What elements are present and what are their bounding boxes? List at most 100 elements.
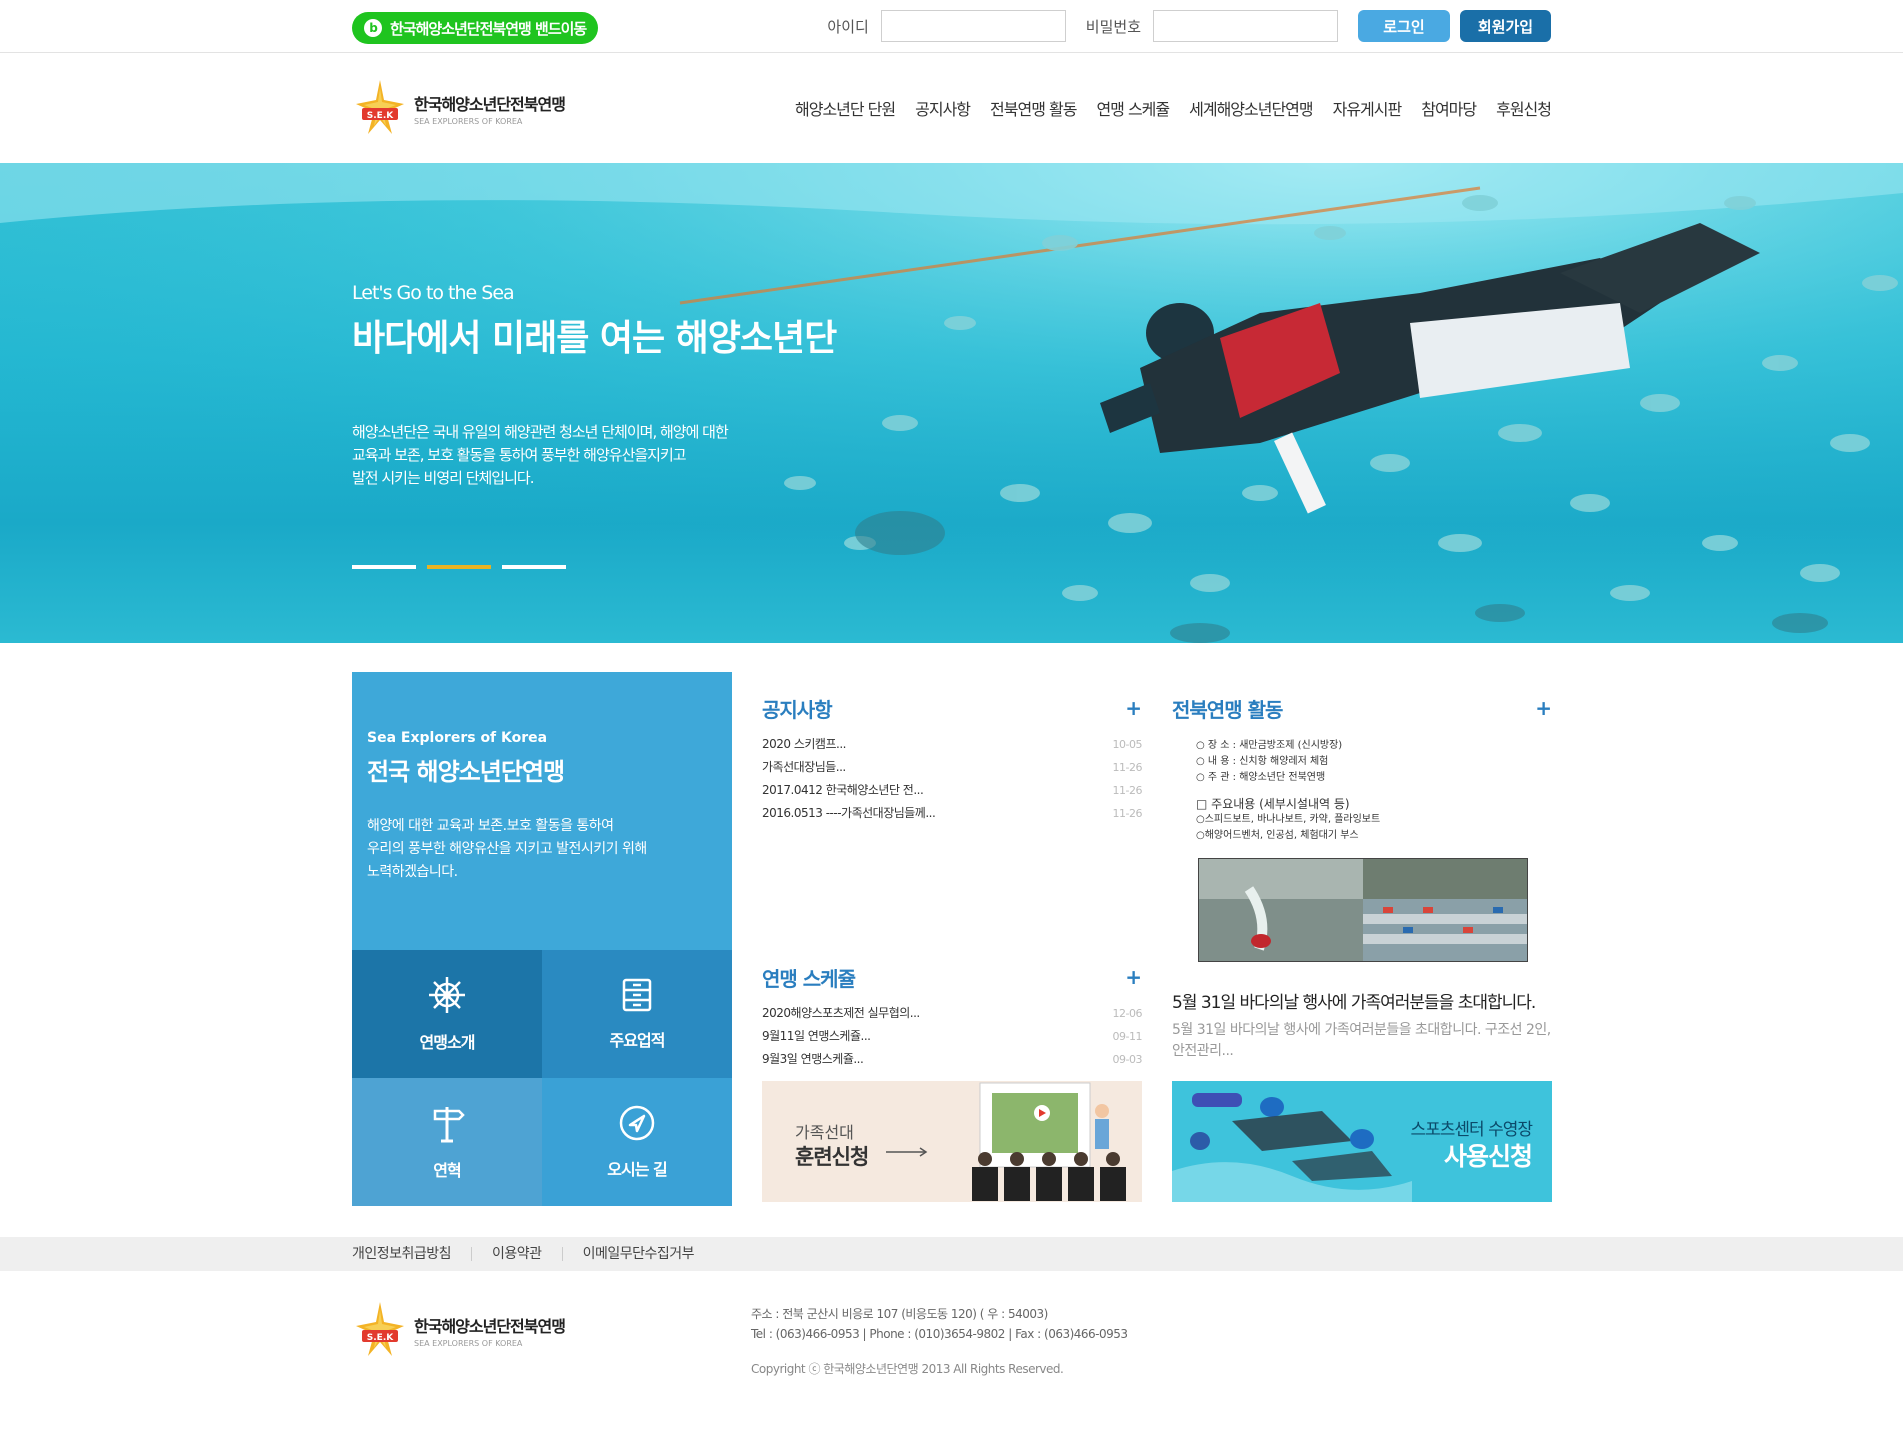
list-item[interactable]: 2020해양스포츠제전 실무협의... 12-06 [762,1002,1143,1025]
slide-dot-3[interactable] [502,565,566,569]
list-item-date: 11-26 [1112,807,1143,820]
logo-emblem-icon: S.E.K [352,1300,408,1360]
activity-photos [1198,858,1528,962]
quick-link-history[interactable]: 연혁 [352,1078,542,1206]
arrow-right-icon [886,1147,928,1157]
document-line: ○ 주 관 : 해양소년단 전북연맹 [1196,772,1326,783]
hero-banner: Let's Go to the Sea 바다에서 미래를 여는 해양소년단 해양… [0,163,1903,643]
list-item[interactable]: 2016.0513 ----가족선대장님들께... 11-26 [762,802,1143,825]
list-item[interactable]: 9월11일 연맹스케쥴... 09-11 [762,1025,1143,1048]
list-item[interactable]: 가족선대장님들... 11-26 [762,756,1143,779]
list-item-date: 09-11 [1112,1030,1143,1043]
intro-title: 전국 해양소년단연맹 [367,758,565,786]
footer-link-email-policy[interactable]: 이메일무단수집거부 [561,1247,714,1261]
slide-dot-2[interactable] [427,565,491,569]
list-item[interactable]: 2017.0412 한국해양소년단 전... 11-26 [762,779,1143,802]
list-item-title[interactable]: 2016.0513 ----가족선대장님들께... [762,802,936,825]
intro-description: 해양에 대한 교육과 보존.보호 활동을 통하여 우리의 풍부한 해양유산을 지… [367,815,717,884]
quick-menu: 연맹소개 주요업적 연혁 오시는 길 [352,950,732,1206]
nav-item-sponsor[interactable]: 후원신청 [1496,96,1552,120]
list-item-title[interactable]: 9월3일 연맹스케쥴... [762,1048,864,1071]
band-link-label: 한국해양소년단전북연맹 밴드이동 [390,19,587,38]
list-item[interactable]: 2020 스키캠프... 10-05 [762,733,1143,756]
list-item-title[interactable]: 2017.0412 한국해양소년단 전... [762,779,924,802]
password-label: 비밀번호 [1085,17,1141,36]
document-line: ○ 내 용 : 신치항 해양레저 체험 [1196,756,1329,767]
training-apply-banner[interactable]: 가족선대 훈련신청 [762,1081,1142,1202]
quick-link-about[interactable]: 연맹소개 [352,950,542,1078]
marina-photo [1363,859,1527,961]
list-item-date: 11-26 [1112,784,1143,797]
footer-logo-title: 한국해양소년단전북연맹 [414,1316,566,1336]
quick-link-label: 연혁 [433,1161,461,1180]
nav-item-members[interactable]: 해양소년단 단원 [795,96,896,120]
nav-item-notice[interactable]: 공지사항 [915,96,971,120]
pool-banner-line2: 사용신청 [1443,1142,1533,1171]
list-item-title[interactable]: 2020 스키캠프... [762,733,846,756]
compass-icon [619,1105,655,1141]
ship-wheel-icon [429,977,465,1013]
list-item-date: 09-03 [1112,1053,1143,1066]
activity-board-title[interactable]: 전북연맹 활동 [1172,694,1283,723]
hero-title: 바다에서 미래를 여는 해양소년단 [352,318,837,359]
nav-item-schedule[interactable]: 연맹 스케쥴 [1096,96,1170,120]
quick-link-label: 주요업적 [609,1031,666,1050]
list-item-title[interactable]: 9월11일 연맹스케쥴... [762,1025,871,1048]
list-item-title[interactable]: 2020해양스포츠제전 실무협의... [762,1002,920,1025]
band-icon: b [364,19,382,37]
activity-board: 전북연맹 활동 + [1172,693,1552,723]
document-line: ○해양어드벤처, 인공섬, 체험대기 부스 [1196,830,1359,841]
document-line: ○스피드보트, 바나나보트, 카약, 플라잉보트 [1196,814,1381,825]
id-label: 아이디 [827,17,869,36]
schedule-more-button[interactable]: + [1125,965,1142,989]
footer-link-terms[interactable]: 이용약관 [471,1247,562,1261]
list-item-date: 12-06 [1112,1007,1143,1020]
intro-description-line: 해양에 대한 교육과 보존.보호 활동을 통하여 [367,818,614,834]
list-item-date: 10-05 [1112,738,1143,751]
footer-link-privacy[interactable]: 개인정보취급방침 [352,1247,471,1261]
list-item[interactable]: 9월3일 연맹스케쥴... 09-03 [762,1048,1143,1071]
nav-item-free-board[interactable]: 자유게시판 [1333,96,1403,120]
hero-subtitle: Let's Go to the Sea [352,282,515,304]
password-input[interactable] [1153,10,1338,42]
main-nav: 해양소년단 단원 공지사항 전북연맹 활동 연맹 스케쥴 세계해양소년단연맹 자… [775,96,1552,120]
quick-link-directions[interactable]: 오시는 길 [542,1078,732,1206]
activity-more-button[interactable]: + [1535,696,1552,720]
notice-board-title[interactable]: 공지사항 [762,694,833,723]
band-link-button[interactable]: b 한국해양소년단전북연맹 밴드이동 [352,12,598,44]
slide-dot-1[interactable] [352,565,416,569]
quick-link-achievements[interactable]: 주요업적 [542,950,732,1078]
notice-more-button[interactable]: + [1125,696,1142,720]
logo-title: 한국해양소년단전북연맹 [414,94,566,114]
footer-logo: S.E.K 한국해양소년단전북연맹 SEA EXPLORERS OF KOREA [352,1300,566,1360]
document-line: ○ 장 소 : 새만금방조제 (신시방장) [1196,740,1343,751]
intro-description-line: 우리의 풍부한 해양유산을 지키고 발전시키기 위해 [367,841,647,857]
schedule-board-title[interactable]: 연맹 스케쥴 [762,963,856,992]
activity-post-description: 5월 31일 바다의날 행사에 가족여러분들을 초대합니다. 구조선 2인, 안… [1172,1022,1551,1059]
nav-item-world-federation[interactable]: 세계해양소년단연맹 [1189,96,1313,120]
site-header: S.E.K 한국해양소년단전북연맹 SEA EXPLORERS OF KOREA… [0,54,1903,163]
archive-icon [622,978,652,1012]
training-banner-line1: 가족선대 [795,1123,854,1142]
intro-description-line: 노력하겠습니다. [367,864,458,880]
id-input[interactable] [880,10,1066,42]
pool-apply-banner[interactable]: 스포츠센터 수영장 사용신청 [1172,1081,1552,1202]
list-item-title[interactable]: 가족선대장님들... [762,756,846,779]
nav-item-participation[interactable]: 참여마당 [1421,96,1477,120]
hero-description-line: 해양소년단은 국내 유일의 해양관련 청소년 단체이며, 해양에 대한 [352,423,729,441]
join-button[interactable]: 회원가입 [1460,10,1551,42]
footer-info: 주소 : 전북 군산시 비응로 107 (비응도동 120) ( 우 : 540… [751,1304,1128,1344]
activity-post-title[interactable]: 5월 31일 바다의날 행사에 가족여러분들을 초대합니다. [1172,988,1536,1013]
login-button[interactable]: 로그인 [1358,10,1450,42]
training-banner-line2: 훈련신청 [795,1145,869,1169]
notice-board: 공지사항 + 2020 스키캠프... 10-05 가족선대장님들... 11-26… [762,693,1143,825]
site-logo[interactable]: S.E.K 한국해양소년단전북연맹 SEA EXPLORERS OF KOREA [352,78,566,138]
logo-emblem-icon: S.E.K [352,78,408,138]
slide-indicator [352,565,577,569]
nav-item-activity[interactable]: 전북연맹 활동 [990,96,1077,120]
document-line: □ 주요내용 (세부시설내역 등) [1196,797,1350,811]
logo-badge-text: S.E.K [367,1333,394,1343]
footer-links-bar: 개인정보취급방침 이용약관 이메일무단수집거부 [0,1237,1903,1271]
signpost-icon [433,1107,465,1143]
activity-thumbnail[interactable]: ○ 장 소 : 새만금방조제 (신시방장) ○ 내 용 : 신치항 해양레저 체… [1196,738,1528,962]
